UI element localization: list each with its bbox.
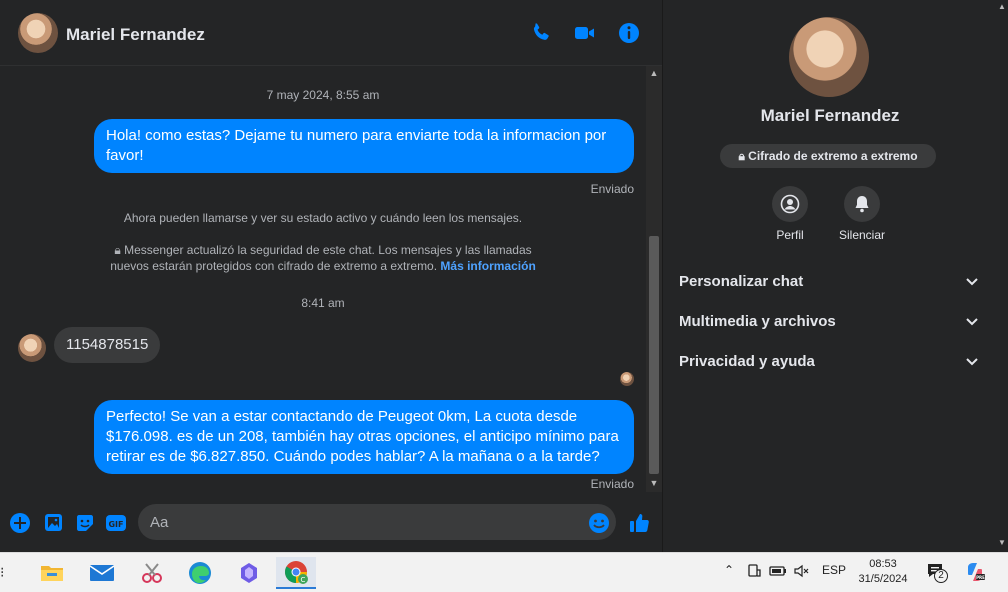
contact-avatar[interactable] [18,13,58,53]
snipping-tool-icon[interactable] [132,557,172,589]
composer-bar: GIF [0,496,662,552]
svg-text:PRE: PRE [976,575,985,580]
info-icon[interactable] [617,21,641,45]
sent-message[interactable]: Hola! como estas? Dejame tu numero para … [94,119,634,173]
message-status: Enviado [590,182,634,196]
scroll-up-arrow[interactable]: ▲ [646,66,662,80]
video-camera-icon[interactable] [573,21,597,45]
scrollbar-thumb[interactable] [649,236,659,474]
lock-icon: 🔒︎ [738,149,745,163]
svg-text:C: C [301,576,306,584]
section-label: Privacidad y ayuda [679,352,815,370]
sticker-icon[interactable] [74,512,96,534]
notification-center-icon[interactable]: 2 [926,561,948,586]
task-view-icon[interactable]: ⁝ [0,564,4,581]
copilot-icon[interactable]: PRE [964,561,986,586]
profile-button[interactable]: Perfil [750,186,830,242]
sent-message[interactable]: Perfecto! Se van a estar contactando de … [94,400,634,474]
taskbar-clock[interactable]: 08:53 31/5/2024 [852,557,914,587]
message-input[interactable] [138,504,616,540]
phone-icon[interactable] [529,21,553,45]
security-notice-line2: nuevos estarán protegidos con cifrado de… [110,259,438,273]
chevron-down-icon [966,318,978,326]
chrome-browser-icon[interactable]: C [276,557,316,589]
tray-expand-icon[interactable]: ⌃ [724,563,734,577]
bell-icon [855,196,869,213]
message-status: Enviado [590,477,634,491]
chat-header: Mariel Fernandez [0,0,662,66]
panel-contact-name: Mariel Fernandez [760,106,900,125]
emoji-icon[interactable] [588,512,610,534]
windows-taskbar: ⁝ C ⌃ ESP 08:53 31/5/2024 2 PRE [0,552,1008,592]
section-customize-chat[interactable]: Personalizar chat [679,261,979,301]
conversation-info-panel: Mariel Fernandez 🔒︎ Cifrado de extremo a… [662,0,1008,552]
chevron-down-icon [966,358,978,366]
contact-avatar-small[interactable] [18,334,46,362]
device-icon[interactable] [746,563,762,582]
section-media-files[interactable]: Multimedia y archivos [679,301,979,341]
system-message: Ahora pueden llamarse y ver su estado ac… [123,211,523,225]
security-notice-line1: Messenger actualizó la seguridad de este… [124,243,532,257]
message-list[interactable]: 7 may 2024, 8:55 am Hola! como estas? De… [0,66,646,492]
panel-scroll-up-arrow[interactable]: ▲ [998,2,1006,11]
panel-scroll-down-arrow[interactable]: ▼ [998,538,1006,547]
chat-window: Mariel Fernandez 7 may 2024, 8:55 am Hol… [0,0,662,552]
mute-button-circle[interactable] [844,186,880,222]
plus-icon[interactable] [9,512,31,534]
battery-icon[interactable] [769,563,787,582]
message-timestamp: 7 may 2024, 8:55 am [266,88,380,102]
scroll-down-arrow[interactable]: ▼ [646,476,662,490]
lock-icon: 🔒︎ [114,243,121,257]
more-info-link[interactable]: Más información [440,259,535,273]
chat-scrollbar[interactable]: ▲ ▼ [646,66,662,492]
message-timestamp: 8:41 am [301,296,345,310]
mute-label: Silenciar [838,228,886,242]
photo-icon[interactable] [42,512,64,534]
svg-text:GIF: GIF [108,520,123,529]
encryption-badge-label: Cifrado de extremo a extremo [748,149,918,163]
encryption-badge[interactable]: 🔒︎ Cifrado de extremo a extremo [720,144,936,168]
received-message[interactable]: 1154878515 [54,327,161,363]
chevron-down-icon [966,278,978,286]
edge-browser-icon[interactable] [180,557,220,589]
profile-label: Perfil [776,228,804,242]
seen-indicator-avatar [620,372,634,386]
section-label: Multimedia y archivos [679,312,836,330]
copilot-app-icon[interactable] [229,557,269,589]
clock-date: 31/5/2024 [858,573,908,585]
section-label: Personalizar chat [679,272,804,290]
profile-icon [780,194,800,214]
mail-icon[interactable] [82,557,122,589]
profile-avatar-large[interactable] [789,17,869,97]
volume-muted-icon[interactable] [793,563,809,582]
notification-count-badge: 2 [934,569,948,583]
like-icon[interactable] [628,512,650,534]
contact-name[interactable]: Mariel Fernandez [66,25,205,45]
panel-scrollbar[interactable]: ▲ ▼ [996,0,1008,552]
file-explorer-icon[interactable] [32,557,72,589]
language-indicator[interactable]: ESP [822,563,846,577]
mute-button[interactable]: Silenciar [822,186,902,242]
section-privacy-help[interactable]: Privacidad y ayuda [679,341,979,381]
security-notice: 🔒︎ Messenger actualizó la seguridad de e… [0,242,646,274]
profile-button-circle[interactable] [772,186,808,222]
gif-icon[interactable]: GIF [105,512,127,534]
clock-time: 08:53 [869,558,897,570]
